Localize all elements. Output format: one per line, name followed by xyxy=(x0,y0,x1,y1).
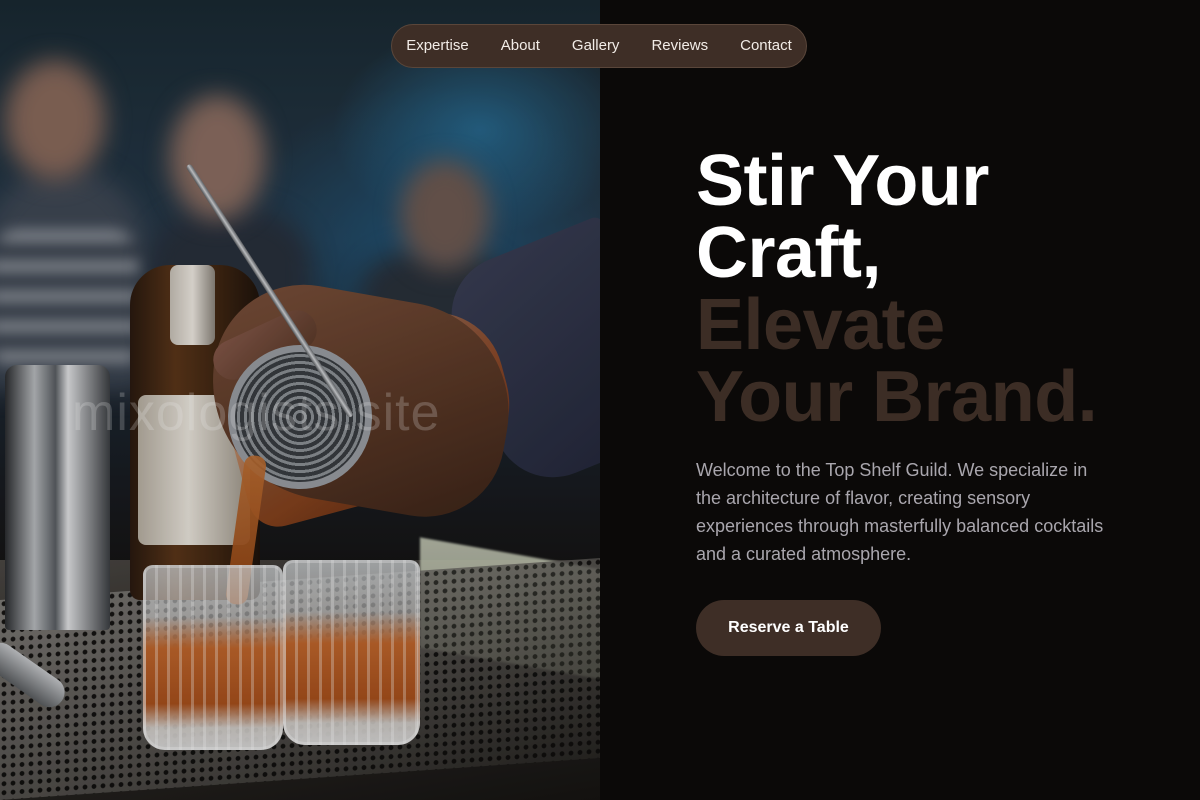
nav-link-reviews[interactable]: Reviews xyxy=(635,24,724,68)
hero-title-line: Stir Your xyxy=(696,141,989,221)
hero-title-accent-line: Elevate xyxy=(696,285,945,365)
hero-title-line: Craft, xyxy=(696,213,882,293)
main-nav: Expertise About Gallery Reviews Contact xyxy=(391,24,807,68)
hero-photo: mixologists.site xyxy=(0,0,600,800)
hero-title: Stir Your Craft, Elevate Your Brand. xyxy=(696,141,1098,437)
watermark: mixologists.site xyxy=(72,384,441,442)
nav-link-about[interactable]: About xyxy=(485,24,556,68)
reserve-table-button[interactable]: Reserve a Table xyxy=(696,600,881,656)
hero-title-accent-line: Your Brand. xyxy=(696,357,1098,437)
nav-link-expertise[interactable]: Expertise xyxy=(390,24,485,68)
nav-link-contact[interactable]: Contact xyxy=(724,24,808,68)
nav-link-gallery[interactable]: Gallery xyxy=(556,24,636,68)
hero-description: Welcome to the Top Shelf Guild. We speci… xyxy=(696,460,1104,564)
